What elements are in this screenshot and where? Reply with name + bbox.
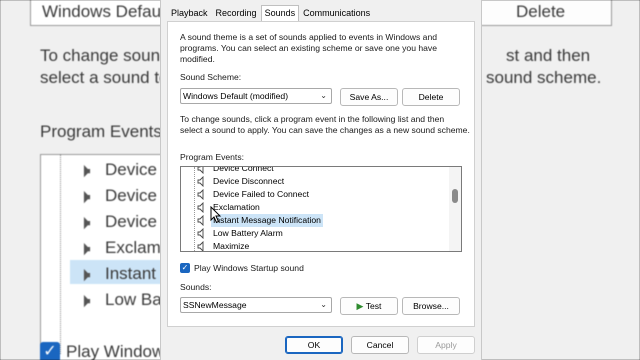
list-item[interactable]: Device Disconnect	[187, 175, 284, 188]
chevron-down-icon: ⌄	[320, 91, 327, 100]
bg-event-2: Device	[105, 212, 157, 231]
tab-recording[interactable]: Recording	[212, 5, 261, 21]
sounds-label: Sounds:	[180, 282, 212, 292]
bg-speaker-icon: 🕨	[78, 290, 91, 312]
tab-playback[interactable]: Playback	[167, 5, 212, 21]
sounds-panel: A sound theme is a set of sounds applied…	[167, 21, 475, 327]
speaker-icon	[197, 214, 207, 227]
list-item[interactable]: Device Failed to Connect	[187, 188, 309, 201]
tab-sounds[interactable]: Sounds	[260, 5, 300, 21]
startup-checkbox[interactable]: ✓	[180, 263, 190, 273]
bg-speaker-icon: 🕨	[78, 264, 91, 286]
bg-speaker-icon: 🕨	[78, 238, 91, 260]
apply-button[interactable]: Apply	[417, 336, 475, 354]
list-item[interactable]: Exclamation	[187, 201, 260, 214]
browse-button[interactable]: Browse...	[402, 297, 460, 315]
play-icon: ▶	[356, 301, 364, 311]
test-label: Test	[365, 301, 382, 311]
speaker-icon	[197, 188, 207, 201]
event-label: Device Disconnect	[213, 176, 285, 186]
scrollbar-thumb[interactable]	[452, 189, 458, 203]
intro-line-1: A sound theme is a set of sounds applied…	[180, 32, 438, 42]
bg-tree-line	[60, 154, 61, 354]
bg-speaker-icon: 🕨	[78, 186, 91, 208]
sound-scheme-label: Sound Scheme:	[180, 72, 242, 82]
bg-delete-label: Delete	[516, 2, 566, 21]
speaker-icon	[197, 167, 207, 175]
sound-value: SSNewMessage	[183, 300, 247, 310]
mouse-cursor-icon	[210, 206, 222, 224]
event-label: Low Battery Alarm	[213, 228, 283, 238]
speaker-icon	[197, 240, 207, 251]
bg-desc-line2: select a sound to	[40, 68, 169, 87]
bg-scheme-value: Windows Defaul	[42, 2, 165, 21]
tab-communications[interactable]: Communications	[299, 5, 374, 21]
list-item[interactable]: Maximize	[187, 240, 250, 251]
bg-checkbox-icon: ✓	[40, 342, 60, 360]
bg-event-0: Device	[105, 160, 157, 179]
list-item[interactable]: Device Connect	[187, 166, 274, 175]
bg-desc-line2b: sound scheme.	[486, 68, 602, 87]
speaker-icon	[197, 227, 207, 240]
bg-startup-label: Play Window	[66, 342, 165, 360]
cancel-button[interactable]: Cancel	[351, 336, 409, 354]
change-line-2: select a sound to apply. You can save th…	[180, 125, 470, 135]
save-as-button[interactable]: Save As...	[340, 88, 398, 106]
bg-event-1: Device	[105, 186, 157, 205]
bg-event-4: Instant	[105, 264, 157, 283]
program-events-label: Program Events:	[180, 152, 244, 162]
speaker-icon	[197, 201, 207, 214]
sound-select[interactable]: SSNewMessage ⌄	[180, 297, 332, 313]
event-label: Maximize	[213, 241, 250, 251]
bg-program-events-label: Program Events:	[40, 122, 167, 141]
chevron-down-icon: ⌄	[320, 300, 327, 309]
sound-scheme-value: Windows Default (modified)	[183, 91, 289, 101]
list-item[interactable]: Low Battery Alarm	[187, 227, 283, 240]
intro-line-2: programs. You can select an existing sch…	[180, 43, 438, 53]
bg-desc-line1: To change sounds	[40, 46, 178, 65]
bg-event-5: Low Bat	[105, 290, 167, 309]
bg-speaker-icon: 🕨	[78, 212, 91, 234]
sound-scheme-select[interactable]: Windows Default (modified) ⌄	[180, 88, 332, 104]
event-label: Device Connect	[213, 166, 274, 173]
event-label: Device Failed to Connect	[213, 189, 310, 199]
test-button[interactable]: ▶ Test	[340, 297, 398, 315]
speaker-icon	[197, 175, 207, 188]
tab-strip: Playback Recording Sounds Communications	[167, 5, 374, 21]
list-scrollbar[interactable]	[449, 167, 461, 251]
delete-scheme-button[interactable]: Delete	[402, 88, 460, 106]
startup-label: Play Windows Startup sound	[194, 263, 304, 273]
list-item[interactable]: Instant Message Notification	[187, 214, 323, 227]
bg-speaker-icon: 🕨	[78, 160, 91, 182]
intro-line-3: modified.	[180, 54, 215, 64]
event-label: Instant Message Notification	[211, 214, 323, 227]
bg-desc-line1b: st and then	[506, 46, 591, 65]
change-line-1: To change sounds, click a program event …	[180, 114, 445, 124]
ok-button[interactable]: OK	[285, 336, 343, 354]
sound-dialog: Playback Recording Sounds Communications…	[160, 0, 482, 360]
program-events-list[interactable]: Device Connect Device Disconnect Device …	[180, 166, 462, 252]
